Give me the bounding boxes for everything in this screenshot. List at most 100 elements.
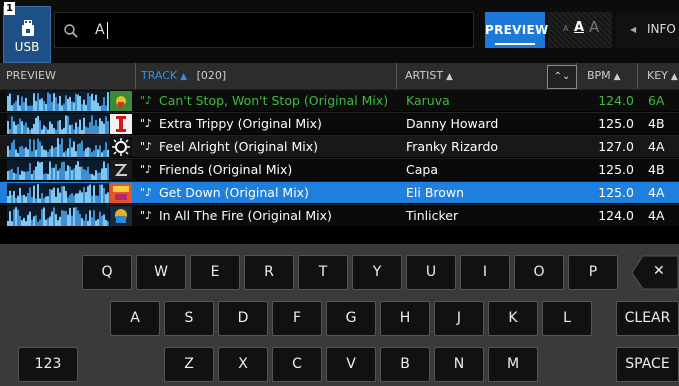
track-title: Get Down (Original Mix) [159,185,309,200]
music-note-icon: "♪ [140,117,153,130]
album-art [110,206,132,226]
numbers-key[interactable]: 123 [18,347,78,382]
music-note-icon: "♪ [140,140,153,153]
waveform-preview[interactable] [7,137,109,157]
key-g[interactable]: G [326,301,376,336]
album-art [110,114,132,134]
search-icon [64,24,78,38]
column-track[interactable]: TRACK ▲ [020] [136,63,397,89]
key-m[interactable]: M [488,347,538,382]
info-button[interactable]: ◀ INFO [616,12,679,48]
track-row[interactable]: "♪ Can't Stop, Won't Stop (Original Mix)… [0,89,679,111]
music-note-icon: "♪ [140,163,153,176]
key-c[interactable]: C [272,347,322,382]
music-note-icon: "♪ [140,94,153,107]
key-r[interactable]: R [244,255,294,290]
font-size-icon-medium: A [574,20,585,35]
track-bpm: 124.0 [598,93,634,108]
track-artist: Karuva [406,93,450,108]
key-z[interactable]: Z [164,347,214,382]
usb-drive-icon [22,20,34,36]
on-screen-keyboard: Q W E R T Y U I O P A S D F G H J K L Z X C V B N M 123 CLEAR SPACE ✕ [0,244,679,386]
key-n[interactable]: N [434,347,484,382]
track-title: Feel Alright (Original Mix) [159,139,318,154]
key-h[interactable]: H [380,301,430,336]
search-query: A [95,22,105,38]
waveform-preview[interactable] [7,206,109,226]
sort-indicator-icon: ▲ [613,72,621,82]
track-key: 4A [648,139,665,154]
key-s[interactable]: S [164,301,214,336]
track-key: 4A [648,208,665,223]
album-art [110,183,132,203]
deck-number-badge: 1 [4,2,15,15]
track-bpm: 125.0 [598,185,634,200]
font-size-icon-large: A [589,18,600,36]
sort-indicator-icon: ▲ [446,72,453,82]
key-w[interactable]: W [136,255,186,290]
key-b[interactable]: B [380,347,430,382]
track-count: [020] [196,69,227,82]
key-y[interactable]: Y [352,255,402,290]
column-preview-label: PREVIEW [6,69,56,82]
track-row[interactable]: "♪ In All The Fire (Original Mix) Tinlic… [0,204,679,226]
track-artist: Tinlicker [406,208,459,223]
font-size-icon: A [563,24,569,33]
track-artist: Capa [406,162,438,177]
track-key: 4B [648,162,665,177]
key-j[interactable]: J [434,301,484,336]
preview-label: PREVIEW [485,23,549,37]
column-bpm[interactable]: BPM ▲ [578,63,638,89]
track-bpm: 125.0 [598,162,634,177]
track-title: Extra Trippy (Original Mix) [159,116,322,131]
column-bpm-label: BPM [587,69,611,82]
track-title: Can't Stop, Won't Stop (Original Mix) [159,93,389,108]
key-f[interactable]: F [272,301,322,336]
track-row[interactable]: "♪ Extra Trippy (Original Mix) Danny How… [0,112,679,134]
key-q[interactable]: Q [82,255,132,290]
key-e[interactable]: E [190,255,240,290]
font-size-button[interactable]: A A A [548,12,612,48]
track-title: In All The Fire (Original Mix) [159,208,332,223]
column-sort-toggle-button[interactable]: ⌃⌄ [547,65,577,89]
key-v[interactable]: V [326,347,376,382]
preview-underline [495,43,535,45]
space-key[interactable]: SPACE [616,347,679,382]
column-key[interactable]: KEY ▲ [638,63,679,89]
waveform-preview[interactable] [7,160,109,180]
backspace-label: ✕ [653,263,665,279]
key-k[interactable]: K [488,301,538,336]
key-x[interactable]: X [218,347,268,382]
track-row[interactable]: "♪ Friends (Original Mix) Capa 125.0 4B [0,158,679,180]
column-preview[interactable]: PREVIEW [0,63,136,89]
album-art [110,160,132,180]
waveform-preview[interactable] [7,183,109,203]
track-row[interactable]: "♪ Get Down (Original Mix) Eli Brown 125… [0,181,679,203]
top-bar: USB 1 A PREVIEW A A A ◀ INFO [0,0,679,63]
column-artist-label: ARTIST [405,69,444,82]
waveform-preview[interactable] [7,114,109,134]
key-t[interactable]: T [298,255,348,290]
key-p[interactable]: P [568,255,618,290]
search-input[interactable]: A [54,12,474,48]
album-art [110,91,132,111]
track-row[interactable]: "♪ Feel Alright (Original Mix) Franky Ri… [0,135,679,157]
music-note-icon: "♪ [140,186,153,199]
music-note-icon: "♪ [140,209,153,222]
album-art [110,137,132,157]
track-artist: Franky Rizardo [406,139,499,154]
key-o[interactable]: O [514,255,564,290]
key-d[interactable]: D [218,301,268,336]
track-bpm: 124.0 [598,208,634,223]
waveform-preview[interactable] [7,91,109,111]
track-title: Friends (Original Mix) [159,162,293,177]
clear-key[interactable]: CLEAR [616,301,679,336]
track-bpm: 127.0 [598,139,634,154]
key-u[interactable]: U [406,255,456,290]
backspace-key[interactable]: ✕ [631,255,679,290]
chevron-left-icon: ◀ [630,25,637,34]
key-l[interactable]: L [542,301,592,336]
key-i[interactable]: I [460,255,510,290]
preview-button[interactable]: PREVIEW [485,12,548,48]
key-a[interactable]: A [110,301,160,336]
